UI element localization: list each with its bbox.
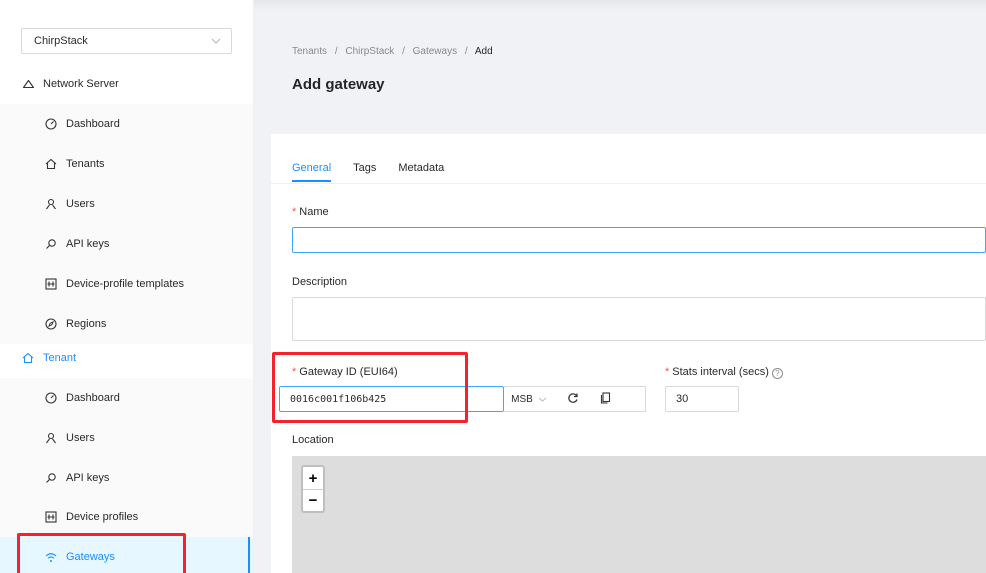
name-label-text: Name xyxy=(299,206,329,218)
stats-interval-input[interactable]: 30 xyxy=(665,386,739,412)
sidebar-item-ns-api-keys[interactable]: API keys xyxy=(0,224,253,264)
tab-metadata[interactable]: Metadata xyxy=(398,162,444,182)
menu-group-label: Network Server xyxy=(43,78,119,90)
page-title: Add gateway xyxy=(292,76,385,93)
byte-order-select[interactable]: MSB xyxy=(504,394,554,405)
user-icon xyxy=(45,432,61,444)
breadcrumb-item-chirpstack[interactable]: ChirpStack xyxy=(345,46,394,57)
breadcrumb-item-gateways[interactable]: Gateways xyxy=(413,46,457,57)
sidebar-item-ns-dashboard[interactable]: Dashboard xyxy=(0,104,253,144)
required-mark: * xyxy=(292,206,297,218)
sidebar-item-device-profile-templates[interactable]: Device-profile templates xyxy=(0,264,253,304)
description-textarea[interactable] xyxy=(292,297,986,341)
question-circle-icon[interactable]: ? xyxy=(771,368,783,379)
required-mark: * xyxy=(665,366,670,378)
tenant-select[interactable]: ChirpStack xyxy=(21,28,232,54)
stats-interval-label-text: Stats interval (secs) xyxy=(672,366,769,378)
stats-interval-label: * Stats interval (secs)? xyxy=(665,366,783,379)
breadcrumb-separator: / xyxy=(464,46,468,57)
user-icon xyxy=(45,198,61,210)
sidebar-item-tenant-dashboard[interactable]: Dashboard xyxy=(0,378,253,418)
sidebar-item-label: Device-profile templates xyxy=(66,278,184,290)
map-zoom-control: + − xyxy=(301,465,325,513)
refresh-icon xyxy=(567,392,579,407)
sidebar-item-device-profiles[interactable]: Device profiles xyxy=(0,497,253,537)
key-icon xyxy=(45,238,61,250)
sidebar-item-tenants[interactable]: Tenants xyxy=(0,144,253,184)
sidebar-item-label: Users xyxy=(66,198,95,210)
sidebar-item-label: Regions xyxy=(66,318,107,330)
sidebar-item-label: API keys xyxy=(66,238,110,250)
chevron-down-icon xyxy=(538,395,547,404)
sidebar-item-label: Dashboard xyxy=(66,118,120,130)
byte-order-value: MSB xyxy=(511,393,533,405)
home-icon xyxy=(22,352,38,364)
breadcrumb: Tenants / ChirpStack / Gateways / Add xyxy=(292,46,493,57)
dashboard-icon xyxy=(45,392,61,404)
tab-general[interactable]: General xyxy=(292,162,332,182)
breadcrumb-separator: / xyxy=(402,46,405,57)
menu-group-label: Tenant xyxy=(43,352,77,364)
key-icon xyxy=(45,472,61,484)
dashboard-icon xyxy=(45,118,61,130)
refresh-button[interactable] xyxy=(560,392,586,407)
zoom-in-button[interactable]: + xyxy=(303,467,323,489)
name-input[interactable] xyxy=(292,227,986,253)
sidebar-item-label: Users xyxy=(66,432,95,444)
description-label: Description xyxy=(292,276,348,288)
stats-interval-value: 30 xyxy=(676,393,689,405)
gateway-id-addons: MSB xyxy=(504,386,646,412)
highlight-box-gateway-id xyxy=(272,352,468,423)
tab-tags[interactable]: Tags xyxy=(353,162,376,182)
sidebar-item-ns-users[interactable]: Users xyxy=(0,184,253,224)
breadcrumb-item-tenants[interactable]: Tenants xyxy=(292,46,327,57)
location-map[interactable]: + − xyxy=(292,456,986,573)
tenant-select-value: ChirpStack xyxy=(34,35,88,47)
cloud-icon xyxy=(22,79,38,89)
sidebar-item-tenant-users[interactable]: Users xyxy=(0,418,253,458)
chevron-down-icon xyxy=(211,36,221,46)
sidebar-item-label: Dashboard xyxy=(66,392,120,404)
sidebar-item-label: Tenants xyxy=(66,158,105,170)
menu-group-tenant[interactable]: Tenant xyxy=(0,338,253,378)
highlight-box-gateways xyxy=(17,533,186,573)
sidebar: ChirpStack Network Server Dashboard Tena… xyxy=(0,0,254,573)
sidebar-item-label: Device profiles xyxy=(66,511,139,523)
zoom-out-button[interactable]: − xyxy=(303,489,323,511)
copy-button[interactable] xyxy=(592,391,618,407)
page-header: Tenants / ChirpStack / Gateways / Add Ad… xyxy=(254,10,986,120)
tab-divider xyxy=(271,183,986,184)
menu-group-network-server[interactable]: Network Server xyxy=(0,64,253,104)
breadcrumb-separator: / xyxy=(334,46,338,57)
location-label: Location xyxy=(292,434,334,446)
breadcrumb-current: Add xyxy=(474,46,493,57)
sidebar-item-tenant-api-keys[interactable]: API keys xyxy=(0,458,253,498)
compass-icon xyxy=(45,318,61,330)
tab-bar: General Tags Metadata xyxy=(292,162,466,182)
template-icon xyxy=(45,278,61,290)
home-icon xyxy=(45,158,61,170)
copy-icon xyxy=(600,391,611,407)
sidebar-item-label: API keys xyxy=(66,472,110,484)
name-label: * Name xyxy=(292,206,329,218)
template-icon xyxy=(45,511,61,523)
